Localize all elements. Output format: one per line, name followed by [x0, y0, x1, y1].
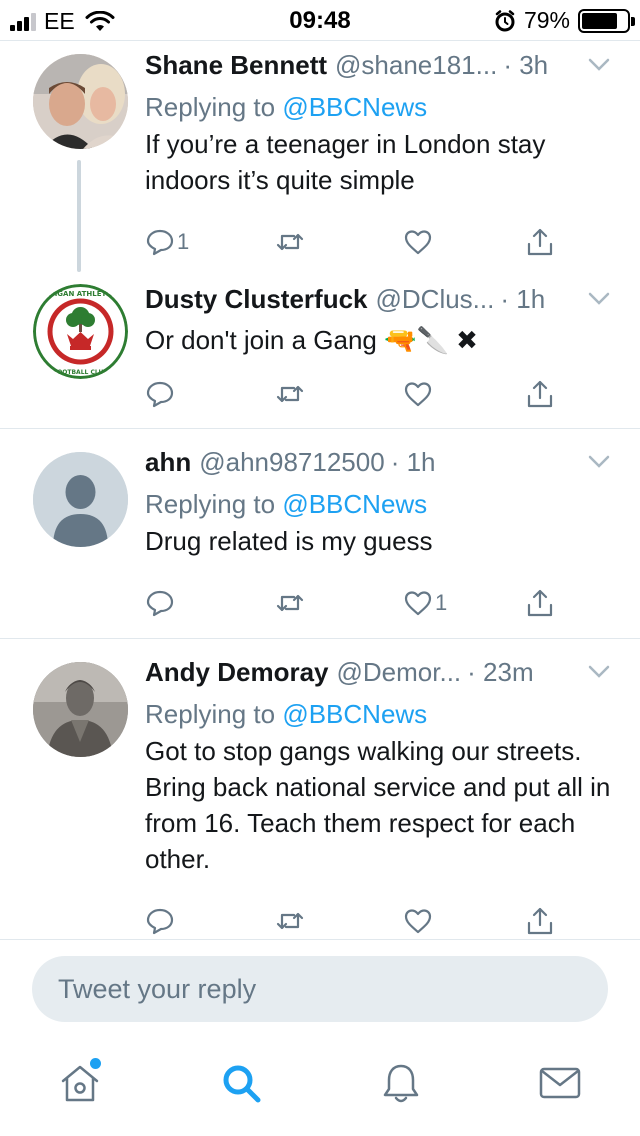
messages-icon	[539, 1067, 581, 1099]
chevron-down-icon[interactable]	[588, 455, 610, 469]
tweet-timestamp: · 1h	[500, 284, 546, 314]
replying-to-mention[interactable]: @BBCNews	[282, 489, 427, 519]
share-icon	[527, 907, 553, 935]
tweet-timestamp: · 1h	[390, 447, 436, 477]
battery-percentage: 79%	[523, 7, 570, 33]
replying-to-mention[interactable]: @BBCNews	[282, 92, 427, 122]
reply-bar-divider	[0, 939, 640, 940]
tweet-timestamp: · 3h	[503, 50, 549, 80]
tab-bar	[0, 1040, 640, 1136]
retweet-icon	[276, 233, 304, 251]
tweet-author-name[interactable]: ahn	[145, 447, 191, 478]
retweet-button[interactable]	[275, 587, 307, 619]
retweet-icon	[276, 385, 304, 403]
tweet-author-name[interactable]: Dusty Clusterfuck	[145, 284, 368, 315]
tweet-author-handle[interactable]: @Demor...	[337, 657, 462, 688]
like-button[interactable]	[403, 378, 435, 410]
reply-button[interactable]	[145, 587, 177, 619]
notifications-icon	[383, 1064, 419, 1103]
svg-text:FOOTBALL CLUB: FOOTBALL CLUB	[53, 369, 108, 376]
tweet-actions	[145, 378, 575, 410]
retweet-button[interactable]	[275, 226, 307, 258]
reply-button[interactable]	[145, 378, 177, 410]
tweet[interactable]: ahn @ahn98712500 · 1h Replying to @BBCNe…	[0, 429, 640, 637]
reply-button[interactable]: 1	[145, 226, 189, 258]
tab-notifications[interactable]	[378, 1060, 424, 1106]
chevron-down-icon[interactable]	[588, 665, 610, 679]
heart-icon	[404, 230, 432, 255]
like-button[interactable]	[403, 226, 435, 258]
share-icon	[527, 380, 553, 408]
share-button[interactable]	[525, 226, 555, 258]
tweet-text: If you’re a teenager in London stay indo…	[145, 129, 546, 195]
tweet-author-handle[interactable]: @shane181...	[335, 50, 497, 81]
share-icon	[527, 228, 553, 256]
tweet-author-handle[interactable]: @DClus...	[376, 284, 495, 315]
share-button[interactable]	[525, 905, 555, 937]
tweet-author-name[interactable]: Andy Demoray	[145, 657, 329, 688]
heart-icon	[404, 909, 432, 934]
replying-to: Replying to @BBCNews	[145, 487, 620, 521]
replying-to-mention[interactable]: @BBCNews	[282, 699, 427, 729]
heart-icon	[404, 591, 432, 616]
tweet-reply-input[interactable]	[32, 956, 608, 1022]
avatar[interactable]: WIGAN ATHLETIC FOOTBALL CLUB	[33, 284, 128, 379]
reply-icon	[146, 590, 174, 617]
chevron-down-icon[interactable]	[588, 292, 610, 306]
wigan-athletic-crest: WIGAN ATHLETIC FOOTBALL CLUB	[33, 284, 128, 379]
reply-button[interactable]	[145, 905, 177, 937]
retweet-icon	[276, 912, 304, 930]
replying-to: Replying to @BBCNews	[145, 697, 620, 731]
replying-to-label: Replying to	[145, 489, 283, 519]
tab-search[interactable]	[218, 1060, 264, 1106]
replying-to: Replying to @BBCNews	[145, 90, 620, 124]
search-icon	[223, 1065, 261, 1103]
tweet[interactable]: WIGAN ATHLETIC FOOTBALL CLUB Dusty Clust…	[0, 272, 640, 428]
tweet-author-name[interactable]: Shane Bennett	[145, 50, 327, 81]
tweet-text: Drug related is my guess	[145, 526, 433, 556]
tweet-actions: 1	[145, 587, 575, 619]
tweet-actions: 1	[145, 226, 575, 258]
reply-icon	[146, 908, 174, 935]
heart-icon	[404, 382, 432, 407]
alarm-icon	[495, 9, 515, 31]
tweet-text: Or don't join a Gang 🔫🔪 ✖	[145, 325, 478, 355]
tab-messages[interactable]	[537, 1060, 583, 1106]
retweet-button[interactable]	[275, 905, 307, 937]
tweet-actions	[145, 905, 575, 937]
like-button[interactable]: 1	[403, 587, 447, 619]
tweet[interactable]: Andy Demoray @Demor... · 23m Replying to…	[0, 639, 640, 939]
share-icon	[527, 589, 553, 617]
svg-text:WIGAN ATHLETIC: WIGAN ATHLETIC	[47, 290, 114, 298]
tweet-author-handle[interactable]: @ahn98712500	[199, 447, 384, 478]
battery-icon	[578, 8, 635, 33]
reply-icon	[146, 229, 174, 256]
avatar-photo-statue	[33, 662, 128, 757]
reply-count: 1	[177, 229, 190, 254]
tweet[interactable]: Shane Bennett @shane181... · 3h Replying…	[0, 40, 640, 272]
thread-line	[77, 160, 81, 272]
avatar[interactable]	[33, 54, 128, 149]
tweet-text: Got to stop gangs walking our streets. B…	[145, 736, 611, 874]
chevron-down-icon[interactable]	[588, 58, 610, 72]
retweet-icon	[276, 594, 304, 612]
replying-to-label: Replying to	[145, 699, 283, 729]
replying-to-label: Replying to	[145, 92, 283, 122]
retweet-button[interactable]	[275, 378, 307, 410]
avatar[interactable]	[33, 662, 128, 757]
avatar-photo-couple	[33, 54, 128, 149]
reply-icon	[146, 381, 174, 408]
reply-box[interactable]	[32, 956, 608, 1022]
avatar[interactable]	[33, 452, 128, 547]
share-button[interactable]	[525, 587, 555, 619]
default-profile-icon	[33, 452, 128, 547]
share-button[interactable]	[525, 378, 555, 410]
new-content-indicator	[90, 1058, 101, 1069]
like-count: 1	[435, 590, 448, 615]
like-button[interactable]	[403, 905, 435, 937]
status-bar: EE 09:48 79%	[0, 0, 640, 40]
tweet-timestamp: · 23m	[467, 657, 534, 687]
